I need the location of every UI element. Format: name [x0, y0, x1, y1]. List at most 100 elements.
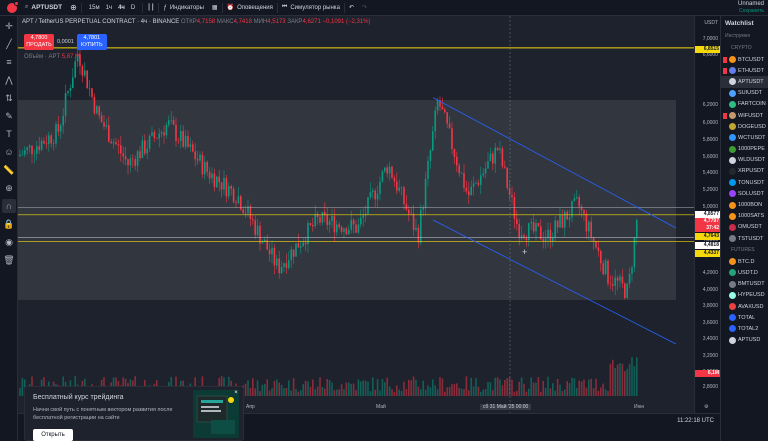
watchlist-item[interactable]: APTUSDT — [721, 76, 768, 88]
flag-icon — [723, 157, 727, 163]
watchlist-item[interactable]: AVAXUSD — [721, 301, 768, 312]
chart-type-button[interactable]: ┃┃ — [143, 0, 158, 16]
watchlist-item[interactable]: WCTUSDT — [721, 132, 768, 143]
candle-body — [273, 247, 276, 266]
timeframe-1d[interactable]: D — [128, 5, 138, 11]
trash-tool-icon[interactable]: 🗑 — [2, 253, 16, 267]
watchlist-item[interactable]: 1000SATS — [721, 211, 768, 222]
indicators-button[interactable]: ƒ Индикаторы — [159, 0, 207, 16]
account-info[interactable]: Unnamed Сохранить — [738, 1, 764, 14]
volume-bar — [247, 380, 249, 396]
volume-bar — [420, 389, 422, 396]
magnet-tool-icon[interactable]: ∩ — [2, 199, 16, 213]
candle-body — [566, 211, 568, 220]
chart-pane[interactable]: + APT / TetherUS PERPETUAL CONTRACT · 4ч… — [18, 16, 694, 413]
user-menu[interactable] — [0, 0, 21, 16]
watchlist-item[interactable]: WIFUSDT — [721, 110, 768, 121]
candle-body — [465, 187, 468, 192]
pattern-tool-icon[interactable]: ⋀ — [2, 73, 16, 87]
watchlist-item[interactable]: TOTAL2 — [721, 323, 768, 334]
layouts-button[interactable]: ▦ — [208, 0, 222, 16]
timeframe-15m[interactable]: 15м — [86, 5, 103, 11]
candle-body — [170, 120, 172, 121]
watchlist-item[interactable]: FARTCOIN — [721, 99, 768, 110]
candle-body — [295, 243, 297, 257]
zoom-tool-icon[interactable]: ⊕ — [2, 181, 16, 195]
promo-open-button[interactable]: Открыть — [33, 429, 73, 441]
ruler-tool-icon[interactable]: 📏 — [2, 163, 16, 177]
timeframe-1h[interactable]: 1ч — [103, 5, 115, 11]
forecast-tool-icon[interactable]: ⇅ — [2, 91, 16, 105]
candle-body — [254, 220, 256, 235]
candle-body — [187, 135, 189, 147]
candle-body — [280, 266, 283, 274]
candle-body — [297, 243, 300, 248]
watchlist-section-crypto[interactable]: CRYPTO — [721, 42, 768, 54]
watchlist-item[interactable]: TONUSDT — [721, 177, 768, 188]
watchlist-symbol: WIFUSDT — [738, 112, 764, 119]
visibility-tool-icon[interactable]: ◉ — [2, 235, 16, 249]
replay-button[interactable]: ⏮ Симулятор рынка — [278, 0, 344, 16]
volume-bar — [264, 384, 266, 396]
redo-button[interactable]: ↷ — [358, 0, 371, 16]
volume-bar — [278, 382, 280, 396]
lock-tool-icon[interactable]: 🔒 — [2, 217, 16, 231]
settings-icon[interactable]: ⚙ — [704, 404, 708, 410]
volume-bar — [588, 379, 590, 396]
volume-bar — [499, 379, 501, 396]
undo-button[interactable]: ↶ — [345, 0, 358, 16]
watchlist-item[interactable]: TOTAL — [721, 312, 768, 323]
trendline-tool-icon[interactable]: ╱ — [2, 37, 16, 51]
close-icon[interactable]: × — [233, 390, 239, 396]
buy-button[interactable]: 4,7801 КУПИТЬ — [76, 34, 107, 50]
alerts-button[interactable]: ⏰ Оповещения — [223, 0, 277, 16]
watchlist-item[interactable]: HYPEUSD — [721, 290, 768, 301]
text-tool-icon[interactable]: T — [2, 127, 16, 141]
watchlist-item[interactable]: DOGEUSD — [721, 121, 768, 132]
avatar-icon[interactable] — [7, 0, 19, 13]
watchlist-item[interactable]: BTC.D — [721, 256, 768, 267]
alarm-icon: ⏰ — [226, 5, 235, 11]
volume-bar — [518, 381, 520, 396]
utc-clock[interactable]: 11:22:18 UTC — [677, 418, 714, 424]
watchlist-item[interactable]: OMUSDT — [721, 222, 768, 233]
currency-label[interactable]: USDT — [704, 20, 718, 26]
timeframe-4h[interactable]: 4ч — [115, 5, 128, 11]
alerts-label: Оповещения — [237, 4, 273, 11]
watchlist-title[interactable]: Watchlist — [721, 16, 768, 30]
sell-button[interactable]: 4,7800 ПРОДАТЬ — [24, 34, 54, 50]
watchlist-item[interactable]: BTCUSDT — [721, 54, 768, 65]
coin-icon — [729, 280, 736, 288]
watchlist-item[interactable]: ETHUSDT — [721, 65, 768, 76]
fib-tool-icon[interactable]: ≡ — [2, 55, 16, 69]
watchlist-item[interactable]: WLDUSDT — [721, 155, 768, 166]
volume-bar — [549, 388, 552, 396]
volume-bar — [556, 378, 559, 396]
brush-tool-icon[interactable]: ✎ — [2, 109, 16, 123]
watchlist-item[interactable]: BMTUSDT — [721, 279, 768, 290]
open-value: 4,7158 — [196, 19, 216, 25]
watchlist-item[interactable]: XRPUSDT — [721, 166, 768, 177]
volume-bar — [280, 384, 283, 396]
candle-body — [72, 77, 74, 89]
symbol-search[interactable]: ⌕ APTUSDT — [21, 0, 66, 16]
chart-canvas[interactable]: + — [18, 16, 694, 413]
watchlist-item[interactable]: SOLUSDT — [721, 188, 768, 199]
watchlist-section-futures[interactable]: FUTURES — [721, 244, 768, 256]
emoji-tool-icon[interactable]: ☺ — [2, 145, 16, 159]
watchlist-item[interactable]: USDT.D — [721, 267, 768, 278]
add-symbol-button[interactable]: ⊕ — [66, 0, 81, 16]
price-scale[interactable]: USDT 7,0000 6,6000 6,2000 6,0000 5,8000 5,600… — [694, 16, 720, 413]
watchlist-item[interactable]: 1000PEPE — [721, 144, 768, 155]
volume-bar — [412, 376, 415, 396]
candle-body — [614, 277, 616, 286]
watchlist-item[interactable]: 1000BON — [721, 199, 768, 210]
crosshair-tool-icon[interactable]: ✛ — [2, 19, 16, 33]
watchlist-item[interactable]: TSTUSDT — [721, 233, 768, 244]
watchlist-column-header[interactable]: Инструмен — [721, 30, 768, 42]
price-label: 6,2000 — [702, 102, 718, 108]
candle-body — [542, 239, 544, 242]
candle-body — [168, 120, 170, 125]
watchlist-item[interactable]: SUIUSDT — [721, 88, 768, 99]
watchlist-item[interactable]: APTUSD — [721, 335, 768, 346]
